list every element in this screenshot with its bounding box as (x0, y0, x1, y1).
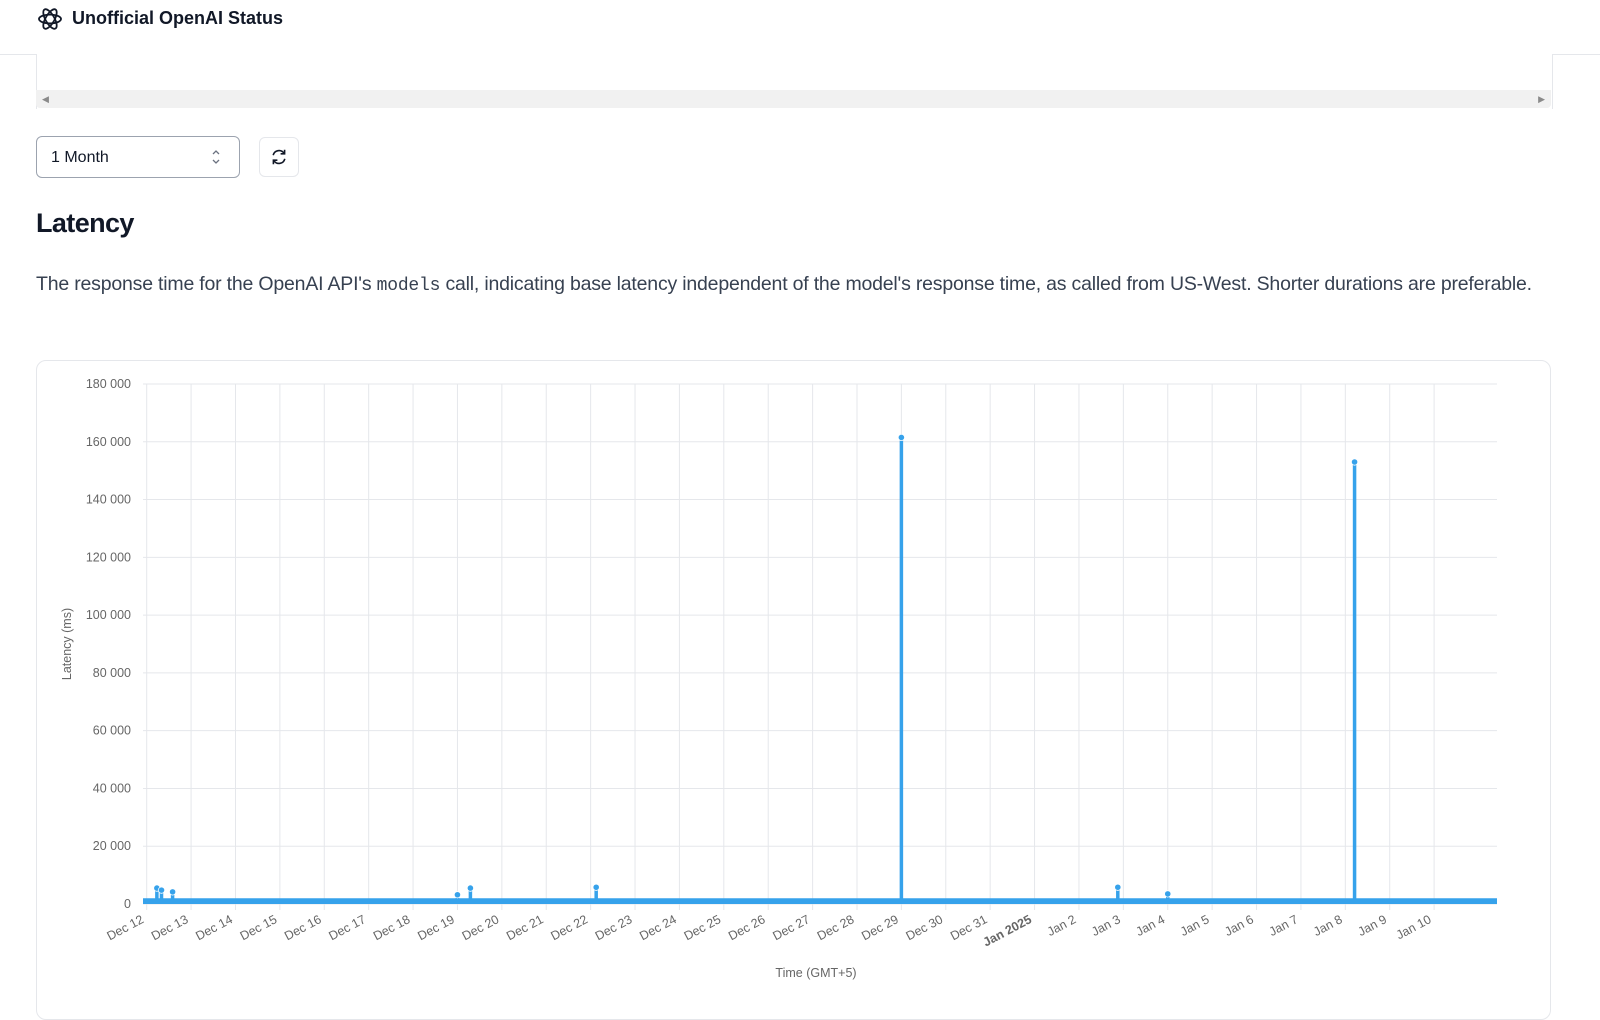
x-tick-label: Dec 29 (859, 912, 901, 943)
x-tick-label: Jan 3 (1089, 912, 1123, 939)
x-tick-label: Dec 24 (637, 912, 679, 943)
y-tick-label: 100 000 (86, 608, 131, 622)
x-tick-label: Dec 14 (193, 912, 235, 943)
scroll-right-icon[interactable]: ▶ (1538, 94, 1545, 104)
latency-chart-card: 0 20 000 40 000 60 000 80 000 100 000 120 000 1… (36, 360, 1551, 1020)
top-header: Unofficial OpenAI Status (0, 0, 1600, 55)
scroll-left-icon[interactable]: ◀ (42, 94, 49, 104)
description-text-end: call, indicating base latency independen… (440, 273, 1532, 295)
data-point (157, 886, 166, 894)
y-tick-label: 160 000 (86, 435, 131, 449)
site-title[interactable]: Unofficial OpenAI Status (72, 8, 283, 29)
x-tick-label: Dec 21 (504, 912, 546, 943)
section-title: Latency (36, 208, 134, 238)
x-tick-label: Dec 23 (593, 912, 635, 943)
x-tick-label: Jan 4 (1134, 912, 1168, 939)
time-range-value: 1 Month (51, 149, 109, 166)
y-axis-title: Latency (ms) (60, 608, 74, 680)
x-tick-label: Jan 8 (1311, 912, 1345, 939)
data-point (453, 891, 462, 899)
data-point (1350, 458, 1359, 466)
description-code: models (376, 276, 441, 296)
x-tick-label: Jan 5 (1178, 912, 1212, 939)
chevron-up-down-icon (212, 150, 220, 164)
data-point (1114, 883, 1122, 891)
y-tick-label: 140 000 (86, 493, 131, 507)
x-tick-label: Dec 20 (460, 912, 502, 943)
x-tick-label: Dec 22 (548, 912, 590, 943)
x-tick-label: Dec 19 (415, 912, 457, 943)
x-tick-label: Dec 30 (904, 912, 946, 943)
openai-logo-icon[interactable] (36, 5, 64, 33)
x-tick-label: Dec 25 (682, 912, 724, 943)
y-tick-label: 20 000 (93, 839, 131, 853)
description-text-start: The response time for the OpenAI API's (36, 273, 377, 295)
data-point (897, 433, 905, 442)
section-description: The response time for the OpenAI API's m… (36, 268, 1536, 303)
y-tick-label: 40 000 (93, 781, 131, 795)
y-tick-label: 0 (124, 897, 131, 911)
data-point (168, 888, 177, 896)
x-tick-label: Jan 2 (1045, 912, 1079, 939)
x-tick-label: Dec 18 (371, 912, 413, 943)
x-axis-title: Time (GMT+5) (775, 966, 856, 980)
y-tick-label: 80 000 (93, 666, 131, 680)
y-tick-label: 60 000 (93, 724, 131, 738)
time-range-select[interactable]: 1 Month (36, 136, 240, 178)
refresh-button[interactable] (259, 137, 299, 177)
x-tick-label: Dec 12 (105, 912, 147, 943)
horizontal-scrollbar[interactable]: ◀ ▶ (36, 90, 1551, 108)
x-tick-label: Jan 10 (1394, 912, 1434, 942)
x-tick-label: Dec 17 (327, 912, 369, 943)
y-tick-label: 120 000 (86, 550, 131, 564)
data-point (466, 884, 475, 892)
x-tick-label: Jan 2025 (981, 912, 1034, 949)
x-tick-label: Dec 26 (726, 912, 768, 943)
x-tick-label: Jan 6 (1222, 912, 1256, 939)
x-tick-label: Dec 27 (770, 912, 812, 943)
x-tick-label: Dec 13 (149, 912, 191, 943)
x-tick-label: Jan 7 (1267, 912, 1301, 939)
x-tick-label: Jan 9 (1356, 912, 1390, 939)
x-tick-label: Dec 15 (238, 912, 280, 943)
data-point (592, 883, 600, 891)
x-tick-label: Dec 28 (815, 912, 857, 943)
latency-chart[interactable]: 0 20 000 40 000 60 000 80 000 100 000 120 000 1… (37, 361, 1550, 1019)
data-point (1164, 890, 1172, 898)
x-tick-label: Dec 16 (282, 912, 324, 943)
y-tick-label: 180 000 (86, 377, 131, 391)
refresh-icon (272, 149, 286, 165)
